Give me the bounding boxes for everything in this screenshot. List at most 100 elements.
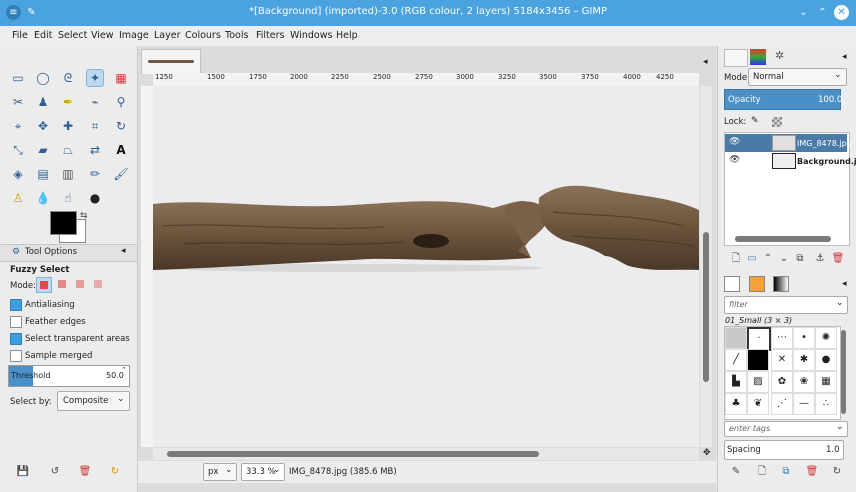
horizontal-scrollbar[interactable] xyxy=(153,448,699,460)
threshold-spin-icon[interactable]: ⌃ xyxy=(121,366,127,374)
menu-filters[interactable]: Filters xyxy=(256,30,284,41)
brush-item[interactable] xyxy=(747,349,769,371)
menu-select[interactable]: Select xyxy=(58,30,87,41)
blend-icon[interactable]: ▤ xyxy=(35,166,51,182)
brush-item[interactable]: ▙ xyxy=(725,371,747,393)
menu-view[interactable]: View xyxy=(91,30,114,41)
menu-layer[interactable]: Layer xyxy=(154,30,181,41)
brush-item-selected[interactable]: · xyxy=(747,327,771,351)
free-select-icon[interactable]: ᘓ xyxy=(60,70,76,86)
menu-colours[interactable]: Colours xyxy=(185,30,221,41)
foreground-select-icon[interactable]: ♟ xyxy=(35,94,51,110)
brush-item[interactable]: ❦ xyxy=(747,393,769,415)
edit-brush-icon[interactable]: ✎ xyxy=(729,465,743,479)
delete-brush-icon[interactable]: 🗑 xyxy=(805,465,819,479)
mode-replace-button[interactable] xyxy=(36,277,52,293)
zoom-icon[interactable]: ⚲ xyxy=(113,94,129,110)
color-picker-icon[interactable]: ⌁ xyxy=(87,94,103,110)
swap-colors-icon[interactable]: ⇆ xyxy=(80,211,88,221)
brush-item[interactable]: ● xyxy=(815,349,837,371)
paths-tab-icon[interactable]: ✲ xyxy=(775,49,784,62)
brush-item[interactable]: ❀ xyxy=(793,371,815,393)
new-layer-icon[interactable]: 🗋 xyxy=(729,252,743,266)
layer-name[interactable]: Background.jp xyxy=(797,157,856,166)
brush-item[interactable]: ✱ xyxy=(793,349,815,371)
channels-tab-icon[interactable] xyxy=(750,49,766,65)
close-icon[interactable]: ✕ xyxy=(834,5,849,20)
vertical-scroll-thumb[interactable] xyxy=(703,232,709,382)
brushes-scroll-thumb[interactable] xyxy=(841,330,846,414)
perspective-icon[interactable]: ⏢ xyxy=(60,142,76,158)
eye-icon[interactable]: 👁 xyxy=(729,155,740,165)
blur-icon[interactable]: 💧 xyxy=(35,190,51,206)
ellipse-select-icon[interactable]: ◯ xyxy=(35,70,51,86)
image-tab-menu-icon[interactable]: ◂ xyxy=(703,57,708,67)
menu-tools[interactable]: Tools xyxy=(225,30,248,41)
clone-icon[interactable]: ♙ xyxy=(10,190,26,206)
save-options-icon[interactable]: 💾 xyxy=(16,465,30,479)
brush-item[interactable]: ▦ xyxy=(815,371,837,393)
layer-name[interactable]: IMG_8478.jpg xyxy=(797,139,852,148)
duplicate-layer-icon[interactable]: ⧉ xyxy=(793,252,807,266)
maximize-icon[interactable]: ⌃ xyxy=(815,5,830,20)
smudge-icon[interactable]: ☝ xyxy=(60,190,76,206)
brushes-tab[interactable] xyxy=(724,276,740,292)
dock-menu-icon[interactable]: ◂ xyxy=(842,279,847,289)
pencil-icon[interactable]: ✏ xyxy=(87,166,103,182)
horizontal-scroll-thumb[interactable] xyxy=(167,451,539,457)
brush-item[interactable]: — xyxy=(793,393,815,415)
bucket-fill-icon[interactable]: ◈ xyxy=(10,166,26,182)
eye-icon[interactable]: 👁 xyxy=(729,137,740,147)
brush-item[interactable]: ⋯ xyxy=(771,327,793,349)
layers-scroll-thumb[interactable] xyxy=(735,236,831,242)
scale-icon[interactable]: ⤡ xyxy=(10,142,26,158)
menu-file[interactable]: File xyxy=(12,30,28,41)
antialiasing-checkbox[interactable] xyxy=(10,299,22,311)
foreground-color-swatch[interactable] xyxy=(50,211,77,235)
select-by-color-icon[interactable]: ▦ xyxy=(113,70,129,86)
dodge-burn-icon[interactable]: ● xyxy=(87,190,103,206)
lock-pixels-icon[interactable]: ✎ xyxy=(751,116,759,126)
menu-edit[interactable]: Edit xyxy=(34,30,52,41)
brush-item[interactable]: • xyxy=(793,327,815,349)
gradients-tab[interactable] xyxy=(773,276,789,292)
restore-options-icon[interactable]: ↺ xyxy=(48,465,62,479)
align-icon[interactable]: ✚ xyxy=(60,118,76,134)
raise-layer-icon[interactable]: ⌃ xyxy=(761,252,775,266)
brush-item[interactable]: ⋰ xyxy=(771,393,793,415)
image-canvas[interactable] xyxy=(153,86,699,447)
brush-item[interactable]: ✺ xyxy=(815,327,837,349)
flip-icon[interactable]: ⇄ xyxy=(87,142,103,158)
select-transparent-checkbox[interactable] xyxy=(10,333,22,345)
brush-item[interactable]: ✕ xyxy=(771,349,793,371)
layers-tab-icon[interactable] xyxy=(724,49,748,67)
dock-menu-icon[interactable]: ◂ xyxy=(842,52,847,62)
patterns-tab[interactable] xyxy=(749,276,765,292)
text-icon[interactable]: A xyxy=(113,142,129,158)
feather-edges-checkbox[interactable] xyxy=(10,316,22,328)
lower-layer-icon[interactable]: ⌄ xyxy=(777,252,791,266)
refresh-brushes-icon[interactable]: ↻ xyxy=(830,465,844,479)
reset-options-icon[interactable]: ↻ xyxy=(108,465,122,479)
brush-item[interactable]: ✿ xyxy=(771,371,793,393)
new-layer-group-icon[interactable]: ▭ xyxy=(745,252,759,266)
brush-item[interactable]: ∴ xyxy=(815,393,837,415)
fuzzy-select-icon[interactable]: ✦ xyxy=(86,69,104,87)
paintbrush-icon[interactable]: 🖌 xyxy=(113,166,129,182)
vertical-scrollbar[interactable] xyxy=(700,86,712,447)
lock-alpha-icon[interactable] xyxy=(772,117,782,127)
brush-item[interactable]: ♣ xyxy=(725,393,747,415)
duplicate-brush-icon[interactable]: ⧉ xyxy=(779,465,793,479)
rotate-icon[interactable]: ↻ xyxy=(113,118,129,134)
dock-menu-icon[interactable]: ◂ xyxy=(121,246,126,256)
anchor-layer-icon[interactable]: ⚓ xyxy=(813,252,827,266)
menu-help[interactable]: Help xyxy=(336,30,358,41)
crop-icon[interactable]: ⌗ xyxy=(87,118,103,134)
navigate-icon[interactable]: ✥ xyxy=(703,448,711,458)
mode-add-button[interactable] xyxy=(55,277,69,291)
mode-subtract-button[interactable] xyxy=(73,277,87,291)
minimize-icon[interactable]: ⌄ xyxy=(796,5,811,20)
brush-item[interactable]: ▨ xyxy=(747,371,769,393)
mode-intersect-button[interactable] xyxy=(91,277,105,291)
paths-icon[interactable]: ✒ xyxy=(60,94,76,110)
